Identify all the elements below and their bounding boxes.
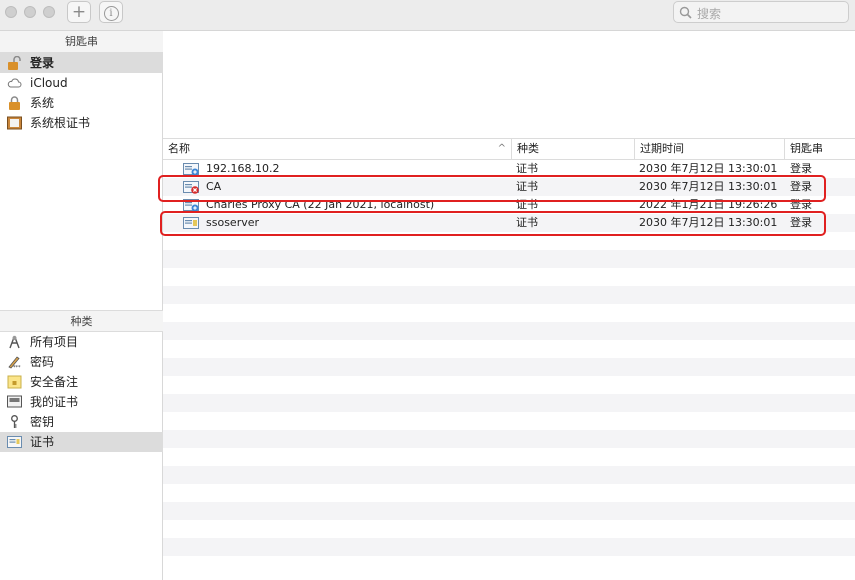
key-icon	[11, 415, 18, 428]
sidebar-item-label: 登录	[30, 56, 55, 70]
empty-row	[163, 286, 855, 304]
secure-note-icon	[7, 375, 22, 389]
all-items-icon	[9, 335, 20, 349]
search-field[interactable]: 搜索	[673, 1, 849, 23]
certificate-icon	[7, 436, 22, 448]
column-header-name[interactable]: 名称 ^	[163, 139, 512, 159]
empty-row	[163, 556, 855, 574]
cloud-icon	[7, 78, 22, 88]
highlight-ssoserver-row	[160, 211, 826, 236]
window-toolbar: + i 搜索	[0, 0, 855, 31]
empty-row	[163, 538, 855, 556]
sidebar-item-system[interactable]: 系统	[0, 93, 163, 113]
keychains-header: 钥匙串	[0, 31, 163, 53]
minimize-window-button[interactable]	[24, 6, 36, 18]
empty-row	[163, 484, 855, 502]
my-certificate-icon	[7, 395, 22, 408]
sidebar-item-label: 系统	[30, 96, 55, 110]
empty-row	[163, 340, 855, 358]
sidebar-item-label: 我的证书	[30, 395, 79, 409]
padlock-icon	[9, 96, 20, 110]
empty-row	[163, 322, 855, 340]
info-icon: i	[103, 6, 119, 21]
column-header-kind[interactable]: 种类	[512, 139, 635, 159]
sidebar-item-label: 安全备注	[30, 375, 79, 389]
sidebar: 钥匙串 登录 iCloud 系统 系统根证书 种类 所有项目 *** 密码 安全…	[0, 31, 163, 580]
empty-row	[163, 466, 855, 484]
column-header-keychain[interactable]: 钥匙串	[785, 139, 855, 159]
zoom-window-button[interactable]	[43, 6, 55, 18]
sidebar-item-icloud[interactable]: iCloud	[0, 73, 163, 93]
sort-ascending-icon: ^	[497, 143, 506, 154]
sidebar-item-certificates[interactable]: 证书	[0, 432, 163, 452]
sidebar-item-my-certificates[interactable]: 我的证书	[0, 392, 163, 412]
sidebar-item-label: 系统根证书	[30, 116, 91, 130]
password-pen-icon: ***	[8, 356, 21, 369]
sidebar-item-label: iCloud	[30, 76, 68, 90]
table-header: 名称 ^ 种类 过期时间 钥匙串	[163, 138, 855, 160]
empty-row	[163, 268, 855, 286]
empty-row	[163, 250, 855, 268]
close-window-button[interactable]	[5, 6, 17, 18]
sidebar-item-system-roots[interactable]: 系统根证书	[0, 113, 163, 133]
search-icon	[679, 6, 692, 19]
sidebar-item-passwords[interactable]: *** 密码	[0, 352, 163, 372]
empty-row	[163, 358, 855, 376]
column-header-expires[interactable]: 过期时间	[635, 139, 785, 159]
svg-text:***: ***	[13, 365, 21, 369]
sidebar-item-label: 证书	[30, 435, 55, 449]
add-button[interactable]: +	[67, 1, 91, 23]
sidebar-item-label: 密码	[30, 355, 55, 369]
empty-row	[163, 430, 855, 448]
highlight-ca-row	[158, 175, 826, 202]
empty-row	[163, 412, 855, 430]
categories-header: 种类	[0, 310, 163, 332]
sidebar-item-label: 所有项目	[30, 335, 79, 349]
search-placeholder: 搜索	[697, 7, 722, 21]
empty-row	[163, 520, 855, 538]
empty-row	[163, 304, 855, 322]
sidebar-item-label: 密钥	[30, 415, 55, 429]
empty-row	[163, 502, 855, 520]
content-area: 名称 ^ 种类 过期时间 钥匙串 192.168.10.2 证书 2030 年7月1…	[158, 31, 855, 580]
empty-row	[163, 448, 855, 466]
sidebar-item-secure-notes[interactable]: 安全备注	[0, 372, 163, 392]
sidebar-item-login[interactable]: 登录	[0, 53, 163, 73]
empty-row	[163, 376, 855, 394]
unlocked-padlock-icon	[8, 56, 21, 70]
cabinet-icon	[7, 116, 22, 130]
sidebar-item-keys[interactable]: 密钥	[0, 412, 163, 432]
sidebar-item-all-items[interactable]: 所有项目	[0, 332, 163, 352]
empty-row	[163, 394, 855, 412]
info-button[interactable]: i	[99, 1, 123, 23]
